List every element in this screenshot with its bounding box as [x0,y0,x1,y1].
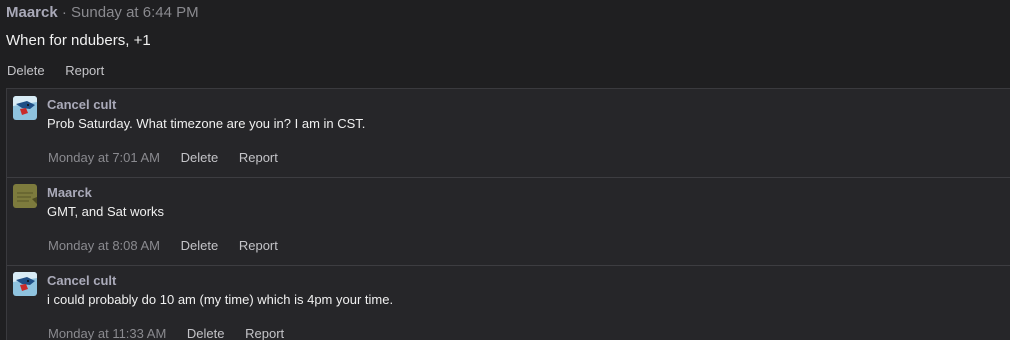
comment-text: i could probably do 10 am (my time) whic… [47,292,394,307]
comment-report-button[interactable]: Report [245,326,284,340]
bird-avatar-icon[interactable] [13,96,37,120]
post-body: When for ndubers, +1 [6,32,151,49]
comment-delete-button[interactable]: Delete [181,238,219,253]
post-separator: · [61,4,67,21]
bird-avatar-icon[interactable] [13,272,37,296]
comment-report-button[interactable]: Report [239,150,278,165]
comment-item: Cancel cult Prob Saturday. What timezone… [7,89,1010,177]
comment-item: Maarck GMT, and Sat works Monday at 8:08… [7,177,1010,265]
post-author-link[interactable]: Maarck [6,4,58,21]
post-actions: Delete Report [7,63,121,79]
olive-avatar-icon[interactable] [13,184,37,208]
comment-author-link[interactable]: Cancel cult [47,273,116,289]
comment-timestamp[interactable]: Monday at 8:08 AM [48,238,160,253]
comment-timestamp[interactable]: Monday at 7:01 AM [48,150,160,165]
comment-text: Prob Saturday. What timezone are you in?… [47,116,366,131]
comment-report-button[interactable]: Report [239,238,278,253]
comment-delete-button[interactable]: Delete [187,326,225,340]
comment-item: Cancel cult i could probably do 10 am (m… [7,265,1010,340]
comment-meta: Monday at 11:33 AM Delete Report [48,326,301,340]
comment-delete-button[interactable]: Delete [181,150,219,165]
post-report-button[interactable]: Report [65,63,104,78]
comment-author-link[interactable]: Cancel cult [47,97,116,113]
post-header: Maarck · Sunday at 6:44 PM [6,4,199,22]
comment-list: Cancel cult Prob Saturday. What timezone… [6,88,1010,340]
comment-meta: Monday at 7:01 AM Delete Report [48,150,295,166]
profile-post: Maarck · Sunday at 6:44 PM When for ndub… [0,0,1010,340]
post-delete-button[interactable]: Delete [7,63,45,78]
comment-meta: Monday at 8:08 AM Delete Report [48,238,295,254]
comment-timestamp[interactable]: Monday at 11:33 AM [48,326,166,340]
comment-author-link[interactable]: Maarck [47,185,92,201]
post-timestamp[interactable]: Sunday at 6:44 PM [71,4,199,21]
comment-text: GMT, and Sat works [47,204,165,219]
